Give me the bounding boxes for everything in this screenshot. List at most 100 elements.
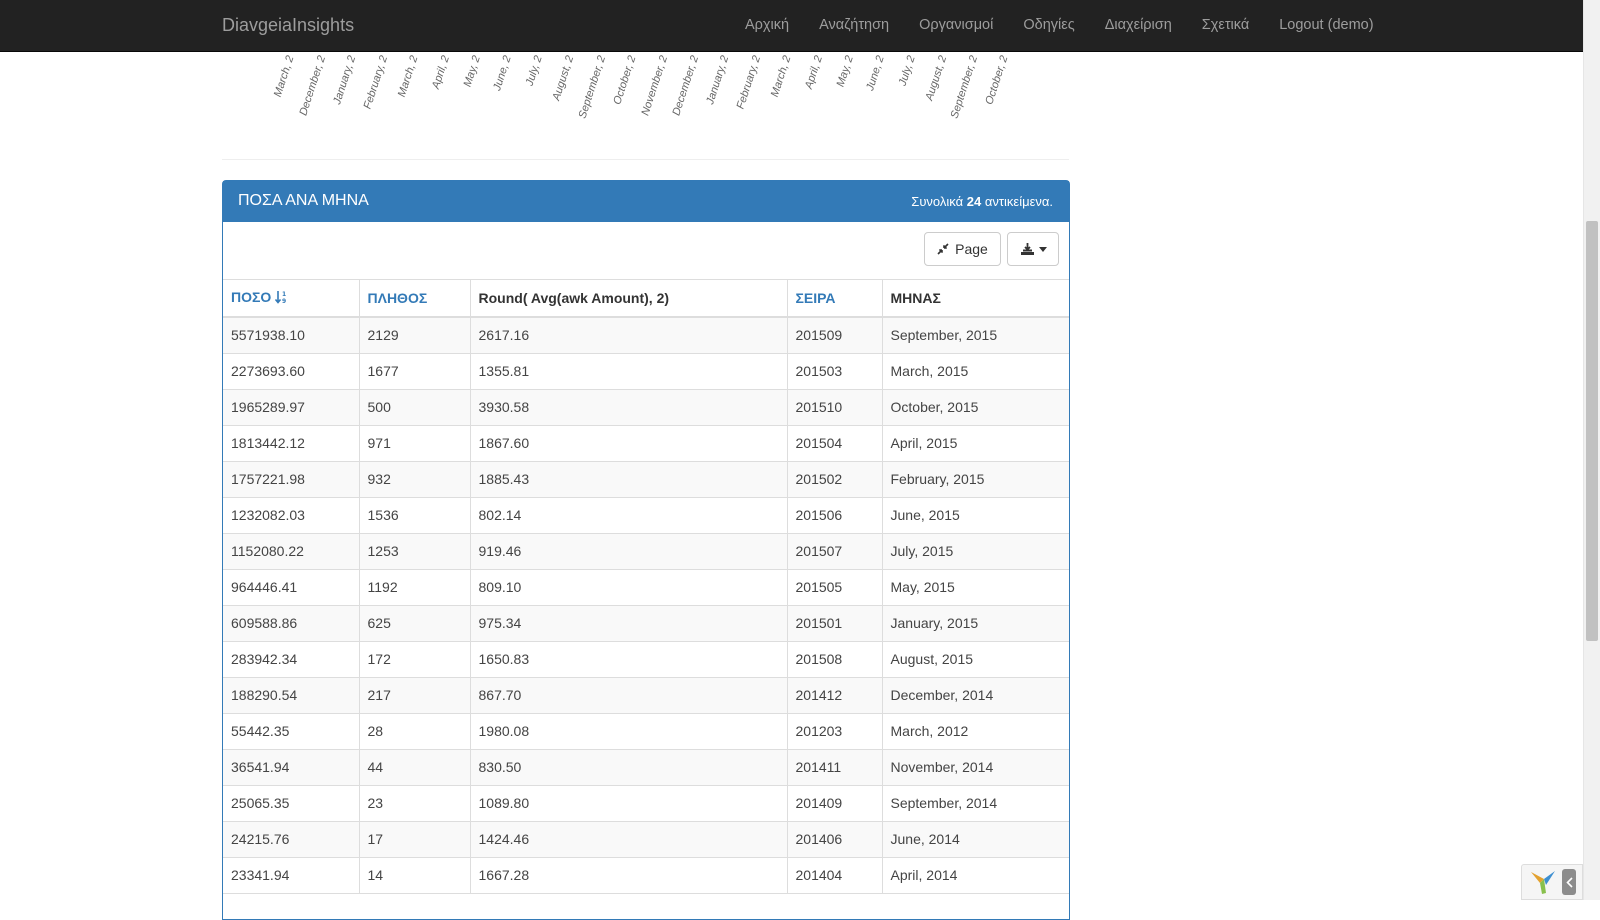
x-axis-tick-label: July, 2 bbox=[896, 54, 918, 88]
cell-series: 201412 bbox=[787, 677, 883, 714]
cell-month: June, 2014 bbox=[882, 821, 1069, 858]
cell-count: 625 bbox=[359, 605, 471, 642]
cell-count: 2129 bbox=[359, 317, 471, 354]
cell-count: 1253 bbox=[359, 533, 471, 570]
x-axis-tick-label: April, 2 bbox=[430, 54, 453, 91]
table-row: 23341.94 14 1667.28 201404 April, 2014 bbox=[223, 857, 1069, 894]
cell-average: 1650.83 bbox=[470, 641, 788, 678]
cell-amount: 1152080.22 bbox=[223, 533, 360, 570]
cell-series: 201203 bbox=[787, 713, 883, 750]
table-row: 283942.34 172 1650.83 201508 August, 2015 bbox=[223, 641, 1069, 678]
cell-amount: 283942.34 bbox=[223, 641, 360, 678]
page-button-label: Page bbox=[955, 241, 988, 257]
cell-series: 201508 bbox=[787, 641, 883, 678]
table-row: 24215.76 17 1424.46 201406 June, 2014 bbox=[223, 821, 1069, 858]
cell-series: 201510 bbox=[787, 389, 883, 426]
table-row: 55442.35 28 1980.08 201203 March, 2012 bbox=[223, 713, 1069, 750]
cell-amount: 23341.94 bbox=[223, 857, 360, 894]
cell-amount: 5571938.10 bbox=[223, 317, 360, 354]
x-axis-tick-label: March, 2 bbox=[396, 54, 421, 99]
x-axis-tick-label: March, 2 bbox=[271, 54, 297, 99]
cell-amount: 1965289.97 bbox=[223, 389, 360, 426]
table-body: 5571938.10 2129 2617.16 201509 September, 20… bbox=[223, 317, 1069, 894]
cell-series: 201406 bbox=[787, 821, 883, 858]
collapse-chevron-icon[interactable] bbox=[1562, 869, 1576, 895]
page-toggle-button[interactable]: Page bbox=[924, 232, 1001, 266]
column-header-average: Round( Avg(awk Amount), 2) bbox=[470, 280, 788, 318]
chart-x-axis: March, 2 December, 2 January, 2 February, 2… bbox=[0, 0, 1583, 160]
x-axis-tick-label: October, 2 bbox=[983, 54, 1011, 107]
cell-average: 3930.58 bbox=[470, 389, 788, 426]
cell-series: 201507 bbox=[787, 533, 883, 570]
x-axis-tick-label: October, 2 bbox=[610, 54, 639, 107]
cell-amount: 1757221.98 bbox=[223, 461, 360, 498]
x-axis-tick-label: February, 2 bbox=[361, 54, 391, 111]
x-axis-tick-label: March, 2 bbox=[768, 54, 794, 99]
cell-series: 201505 bbox=[787, 569, 883, 606]
table-row: 2273693.60 1677 1355.81 201503 March, 2015 bbox=[223, 353, 1069, 390]
cell-count: 1677 bbox=[359, 353, 471, 390]
caret-down-icon bbox=[1038, 246, 1047, 252]
cell-month: May, 2015 bbox=[882, 569, 1069, 606]
cell-average: 1867.60 bbox=[470, 425, 788, 462]
cell-count: 971 bbox=[359, 425, 471, 462]
section-divider bbox=[222, 159, 1069, 160]
x-axis-tick-label: September, 2 bbox=[576, 54, 608, 121]
cell-count: 14 bbox=[359, 857, 471, 894]
x-axis-tick-label: January, 2 bbox=[703, 54, 731, 106]
panel-summary: Συνολικά 24 αντικείμενα. bbox=[911, 194, 1053, 209]
amounts-per-month-panel: ΠΟΣΑ ΑΝΑ ΜΗΝΑ Συνολικά 24 αντικείμενα. P… bbox=[222, 180, 1070, 920]
x-axis-tick-label: June, 2 bbox=[491, 54, 515, 93]
cell-amount: 36541.94 bbox=[223, 749, 360, 786]
cell-month: June, 2015 bbox=[882, 497, 1069, 534]
summary-count: 24 bbox=[966, 194, 982, 209]
cell-month: March, 2015 bbox=[882, 353, 1069, 390]
amounts-table: ΠΟΣΟ 1 9 ΠΛΗΘΟΣ Round( Avg(awk Amount), 2)… bbox=[223, 280, 1069, 894]
x-axis-tick-label: February, 2 bbox=[734, 54, 763, 111]
page-scrollbar[interactable] bbox=[1583, 0, 1600, 900]
column-header-amount[interactable]: ΠΟΣΟ 1 9 bbox=[223, 280, 360, 318]
cell-count: 172 bbox=[359, 641, 471, 678]
x-axis-tick-label: August, 2 bbox=[923, 54, 950, 103]
resize-icon bbox=[937, 243, 949, 255]
export-icon bbox=[1020, 242, 1036, 256]
debug-toolbar-toggle[interactable] bbox=[1521, 864, 1583, 900]
sort-amount-desc-icon: 19 bbox=[275, 290, 288, 307]
cell-month: April, 2014 bbox=[882, 857, 1069, 894]
x-axis-tick-label: May, 2 bbox=[834, 54, 856, 89]
cell-month: February, 2015 bbox=[882, 461, 1069, 498]
cell-count: 28 bbox=[359, 713, 471, 750]
cell-month: September, 2015 bbox=[882, 317, 1069, 354]
cell-average: 830.50 bbox=[470, 749, 788, 786]
cell-count: 217 bbox=[359, 677, 471, 714]
panel-title: ΠΟΣΑ ΑΝΑ ΜΗΝΑ bbox=[238, 192, 369, 209]
panel-heading: ΠΟΣΑ ΑΝΑ ΜΗΝΑ Συνολικά 24 αντικείμενα. bbox=[223, 181, 1069, 222]
x-axis-tick-label: May, 2 bbox=[461, 54, 484, 89]
cell-amount: 24215.76 bbox=[223, 821, 360, 858]
export-menu-button[interactable] bbox=[1007, 232, 1059, 266]
cell-average: 809.10 bbox=[470, 569, 788, 606]
table-row: 36541.94 44 830.50 201411 November, 2014 bbox=[223, 749, 1069, 786]
table-row: 25065.35 23 1089.80 201409 September, 2014 bbox=[223, 785, 1069, 822]
cell-series: 201404 bbox=[787, 857, 883, 894]
column-header-series[interactable]: ΣΕΙΡΑ bbox=[787, 280, 883, 318]
cell-series: 201509 bbox=[787, 317, 883, 354]
cell-amount: 1232082.03 bbox=[223, 497, 360, 534]
cell-month: January, 2015 bbox=[882, 605, 1069, 642]
summary-suffix: αντικείμενα. bbox=[981, 194, 1053, 209]
scrollbar-thumb[interactable] bbox=[1586, 221, 1598, 641]
column-header-count[interactable]: ΠΛΗΘΟΣ bbox=[359, 280, 471, 318]
cell-month: September, 2014 bbox=[882, 785, 1069, 822]
table-row: 1965289.97 500 3930.58 201510 October, 2015 bbox=[223, 389, 1069, 426]
cell-count: 44 bbox=[359, 749, 471, 786]
table-header-row: ΠΟΣΟ 1 9 ΠΛΗΘΟΣ Round( Avg(awk Amount), 2)… bbox=[223, 280, 1069, 318]
cell-month: October, 2015 bbox=[882, 389, 1069, 426]
x-axis-tick-label: January, 2 bbox=[331, 54, 359, 106]
cell-count: 500 bbox=[359, 389, 471, 426]
cell-series: 201506 bbox=[787, 497, 883, 534]
cell-amount: 55442.35 bbox=[223, 713, 360, 750]
cell-amount: 609588.86 bbox=[223, 605, 360, 642]
column-header-month: ΜΗΝΑΣ bbox=[882, 280, 1069, 318]
x-axis-tick-label: December, 2 bbox=[670, 54, 701, 118]
x-axis-tick-label: December, 2 bbox=[297, 54, 329, 118]
